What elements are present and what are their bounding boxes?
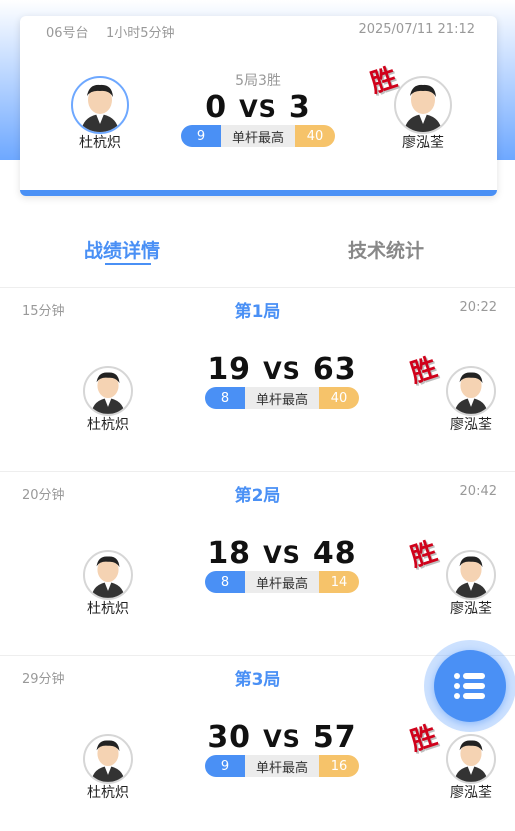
high-break-left: 8 xyxy=(205,571,245,593)
player-avatar-icon xyxy=(454,556,488,598)
high-break-bar: 9 单杆最高 16 xyxy=(205,755,359,777)
left-player[interactable]: 杜杭炽 xyxy=(68,366,148,434)
player-avatar-icon xyxy=(404,84,442,132)
high-break-bar: 9 单杆最高 40 xyxy=(181,125,335,147)
game-title: 第1局 xyxy=(234,302,281,322)
game-score: 30 VS 57 xyxy=(182,720,382,755)
right-score: 57 xyxy=(312,720,357,755)
right-player[interactable]: 廖泓荃 xyxy=(431,366,511,434)
floating-menu-button-inner[interactable] xyxy=(434,650,506,722)
score-block: 30 VS 57 9 单杆最高 16 xyxy=(182,720,382,777)
player-name: 廖泓荃 xyxy=(450,417,492,433)
game-item[interactable]: 20分钟 第2局 20:42 杜杭炽 18 VS 48 8 单杆最高 14 胜 … xyxy=(0,472,515,655)
left-score: 30 xyxy=(207,720,252,755)
high-break-label: 单杆最高 xyxy=(245,755,319,777)
high-break-right: 40 xyxy=(295,125,335,147)
card-accent-bar xyxy=(20,190,497,196)
avatar[interactable] xyxy=(446,550,496,600)
high-break-bar: 8 单杆最高 40 xyxy=(205,387,359,409)
avatar[interactable] xyxy=(394,76,452,134)
score-block: 5局3胜 0 VS 3 9 单杆最高 40 xyxy=(180,70,336,147)
high-break-left: 8 xyxy=(205,387,245,409)
floating-menu-button[interactable] xyxy=(424,640,515,732)
score-block: 18 VS 48 8 单杆最高 14 xyxy=(182,536,382,593)
vs-label: VS xyxy=(239,95,277,123)
left-score: 19 xyxy=(207,352,252,387)
player-avatar-icon xyxy=(91,372,125,414)
match-duration: 1小时5分钟 xyxy=(106,26,175,41)
high-break-label: 单杆最高 xyxy=(245,571,319,593)
vs-label: VS xyxy=(263,541,301,569)
game-time: 20:22 xyxy=(459,300,497,315)
game-item[interactable]: 15分钟 第1局 20:22 杜杭炽 19 VS 63 8 单杆最高 40 胜 … xyxy=(0,288,515,471)
high-break-label: 单杆最高 xyxy=(245,387,319,409)
match-format: 5局3胜 xyxy=(235,73,281,89)
player-name: 廖泓荃 xyxy=(402,135,444,151)
avatar[interactable] xyxy=(83,734,133,784)
avatar[interactable] xyxy=(71,76,129,134)
match-datetime: 2025/07/11 21:12 xyxy=(358,22,475,37)
game-score: 18 VS 48 xyxy=(182,536,382,571)
game-time: 20:42 xyxy=(459,484,497,499)
avatar[interactable] xyxy=(446,734,496,784)
tab-bar: 战绩详情 技术统计 xyxy=(0,236,515,268)
player-name: 杜杭炽 xyxy=(79,135,121,151)
match-summary-card: 06号台 1小时5分钟 2025/07/11 21:12 杜杭炽 5局3胜 0V… xyxy=(20,16,497,196)
high-break-label: 单杆最高 xyxy=(221,125,295,147)
player-name: 廖泓荃 xyxy=(450,601,492,617)
total-score: 0 VS 3 xyxy=(180,90,336,125)
player-avatar-icon xyxy=(91,740,125,782)
score-block: 19 VS 63 8 单杆最高 40 xyxy=(182,352,382,409)
player-name: 杜杭炽 xyxy=(87,601,129,617)
card-header: 06号台 1小时5分钟 2025/07/11 21:12 xyxy=(20,22,497,41)
vs-label: VS xyxy=(263,357,301,385)
game-title: 第2局 xyxy=(234,486,281,506)
right-player[interactable]: 廖泓荃 xyxy=(383,76,463,152)
high-break-right: 16 xyxy=(319,755,359,777)
list-icon xyxy=(454,673,485,699)
high-break-right: 40 xyxy=(319,387,359,409)
avatar[interactable] xyxy=(83,550,133,600)
avatar[interactable] xyxy=(83,366,133,416)
player-name: 廖泓荃 xyxy=(450,785,492,801)
tab-active-indicator xyxy=(105,263,151,265)
high-break-right: 14 xyxy=(319,571,359,593)
tab-detail[interactable]: 战绩详情 xyxy=(84,236,160,263)
player-avatar-icon xyxy=(81,84,119,132)
player-avatar-icon xyxy=(454,740,488,782)
left-score: 18 xyxy=(207,536,252,571)
right-score: 48 xyxy=(312,536,357,571)
high-break-left: 9 xyxy=(205,755,245,777)
vs-label: VS xyxy=(263,725,301,753)
player-name: 杜杭炽 xyxy=(87,785,129,801)
avatar[interactable] xyxy=(446,366,496,416)
right-score: 63 xyxy=(312,352,357,387)
left-player[interactable]: 杜杭炽 xyxy=(68,734,148,802)
left-player[interactable]: 杜杭炽 xyxy=(60,76,140,152)
left-player[interactable]: 杜杭炽 xyxy=(68,550,148,618)
match-detail-page: 06号台 1小时5分钟 2025/07/11 21:12 杜杭炽 5局3胜 0V… xyxy=(0,0,515,831)
player-avatar-icon xyxy=(91,556,125,598)
player-name: 杜杭炽 xyxy=(87,417,129,433)
player-avatar-icon xyxy=(454,372,488,414)
game-score: 19 VS 63 xyxy=(182,352,382,387)
right-score: 3 xyxy=(288,90,311,125)
high-break-left: 9 xyxy=(181,125,221,147)
tab-stats[interactable]: 技术统计 xyxy=(348,236,424,263)
high-break-bar: 8 单杆最高 14 xyxy=(205,571,359,593)
right-player[interactable]: 廖泓荃 xyxy=(431,550,511,618)
right-player[interactable]: 廖泓荃 xyxy=(431,734,511,802)
table-number: 06号台 xyxy=(46,26,89,41)
left-score: 0 xyxy=(205,90,228,125)
